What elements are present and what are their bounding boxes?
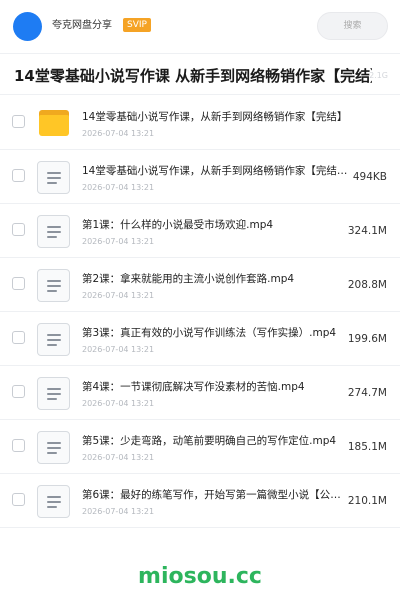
- file-size: 208.8M: [347, 279, 387, 291]
- list-item[interactable]: 第3课：真正有效的小说写作训练法（写作实操）.mp4 2026-07-04 13…: [0, 312, 400, 366]
- file-date: 2026-07-04 13:21: [82, 453, 155, 462]
- file-date: 2026-07-04 13:21: [82, 183, 155, 192]
- list-item[interactable]: 14堂零基础小说写作课，从新手到网络畅销作家【完结】 2026-07-04 13…: [0, 96, 400, 150]
- file-date: 2026-07-04 13:21: [82, 291, 155, 300]
- list-item[interactable]: 第1课：什么样的小说最受市场欢迎.mp4 2026-07-04 13:21 32…: [0, 204, 400, 258]
- checkbox[interactable]: [12, 439, 25, 452]
- svip-badge: SVIP: [123, 18, 151, 32]
- title-bar: 14堂零基础小说写作课 从新手到网络畅销作家【完结】 2.1G: [0, 55, 400, 95]
- document-icon: [37, 215, 70, 248]
- file-name: 第1课：什么样的小说最受市场欢迎.mp4: [82, 219, 274, 231]
- search-input[interactable]: [317, 12, 388, 40]
- avatar[interactable]: [13, 12, 42, 41]
- page-title: 14堂零基础小说写作课 从新手到网络畅销作家【完结】: [14, 67, 372, 85]
- file-size: 185.1M: [347, 441, 387, 453]
- list-item[interactable]: 14堂零基础小说写作课，从新手到网络畅销作家【完结】.pdf 2026-07-0…: [0, 150, 400, 204]
- document-icon: [37, 161, 70, 194]
- file-date: 2026-07-04 13:21: [82, 507, 155, 516]
- file-date: 2026-07-04 13:21: [82, 345, 155, 354]
- folder-icon: [37, 107, 70, 140]
- file-size: 324.1M: [347, 225, 387, 237]
- user-name: 夸克网盘分享: [52, 20, 112, 31]
- file-date: 2026-07-04 13:21: [82, 129, 155, 138]
- document-icon: [37, 269, 70, 302]
- list-item[interactable]: 第2课：拿来就能用的主流小说创作套路.mp4 2026-07-04 13:21 …: [0, 258, 400, 312]
- list-item[interactable]: 第5课：少走弯路，动笔前要明确自己的写作定位.mp4 2026-07-04 13…: [0, 420, 400, 474]
- file-size: 494KB: [352, 171, 387, 183]
- document-icon: [37, 431, 70, 464]
- file-size: 274.7M: [347, 387, 387, 399]
- app-header: 夸克网盘分享 SVIP: [0, 0, 400, 54]
- checkbox[interactable]: [12, 331, 25, 344]
- file-size: 210.1M: [347, 495, 387, 507]
- document-icon: [37, 485, 70, 518]
- file-name: 14堂零基础小说写作课，从新手到网络畅销作家【完结】: [82, 111, 348, 123]
- file-name: 14堂零基础小说写作课，从新手到网络畅销作家【完结】.pdf: [82, 165, 348, 177]
- file-list: 14堂零基础小说写作课，从新手到网络畅销作家【完结】 2026-07-04 13…: [0, 96, 400, 528]
- list-item[interactable]: 第6课：最好的练笔写作，开始写第一篇微型小说【公众号】.mp4 2026-07-…: [0, 474, 400, 528]
- file-date: 2026-07-04 13:21: [82, 237, 155, 246]
- total-size: 2.1G: [369, 71, 388, 80]
- checkbox[interactable]: [12, 115, 25, 128]
- file-name: 第6课：最好的练笔写作，开始写第一篇微型小说【公众号】.mp4: [82, 489, 348, 501]
- checkbox[interactable]: [12, 493, 25, 506]
- watermark: miosou.cc: [138, 564, 262, 589]
- document-icon: [37, 323, 70, 356]
- file-name: 第2课：拿来就能用的主流小说创作套路.mp4: [82, 273, 295, 285]
- checkbox[interactable]: [12, 223, 25, 236]
- file-size: 199.6M: [347, 333, 387, 345]
- file-name: 第3课：真正有效的小说写作训练法（写作实操）.mp4: [82, 327, 337, 339]
- checkbox[interactable]: [12, 169, 25, 182]
- file-name: 第4课：一节课彻底解决写作没素材的苦恼.mp4: [82, 381, 305, 393]
- file-date: 2026-07-04 13:21: [82, 399, 155, 408]
- document-icon: [37, 377, 70, 410]
- list-item[interactable]: 第4课：一节课彻底解决写作没素材的苦恼.mp4 2026-07-04 13:21…: [0, 366, 400, 420]
- checkbox[interactable]: [12, 385, 25, 398]
- checkbox[interactable]: [12, 277, 25, 290]
- file-name: 第5课：少走弯路，动笔前要明确自己的写作定位.mp4: [82, 435, 337, 447]
